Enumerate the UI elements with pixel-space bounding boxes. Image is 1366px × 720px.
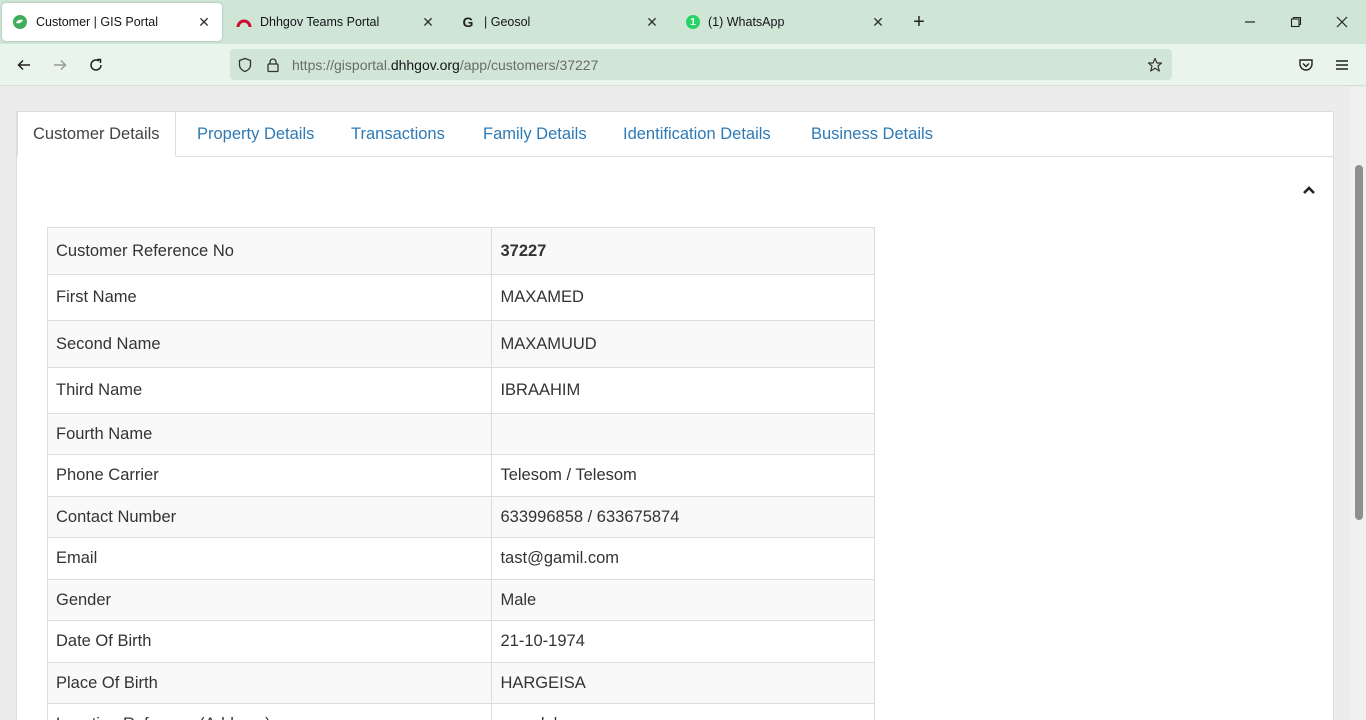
lock-icon[interactable] [264,56,282,74]
row-label: Place Of Birth [46,662,493,704]
row-label: Fourth Name [46,413,493,455]
table-row: Third Name IBRAAHIM [46,367,875,414]
details-tabs: Customer Details Property Details Transa… [17,111,1333,157]
shield-icon[interactable] [236,56,254,74]
bookmark-star-icon[interactable] [1146,56,1164,74]
row-value: 21-10-1974 [491,620,875,663]
browser-tab-teams[interactable]: Dhhgov Teams Portal ✕ [226,3,446,41]
row-label: Date Of Birth [46,620,493,663]
row-value: MAXAMUUD [491,320,875,368]
table-row: Email tast@gamil.com [46,537,875,580]
scrollbar-thumb[interactable] [1355,165,1363,520]
row-label: Second Name [46,320,493,368]
back-arrow-icon[interactable] [12,53,36,77]
tab-family-details[interactable]: Family Details [468,112,602,157]
close-tab-icon[interactable]: ✕ [192,14,216,31]
row-label: Third Name [46,367,493,414]
url-path: /app/customers/37227 [459,57,599,73]
reload-icon[interactable] [84,53,108,77]
tab-title: (1) WhatsApp [708,15,785,29]
tab-property-details[interactable]: Property Details [182,112,329,157]
row-value: masalaha [491,703,875,720]
new-tab-button[interactable]: + [908,12,930,34]
close-window-icon[interactable] [1330,10,1354,34]
row-value: tast@gamil.com [491,537,875,580]
row-label: Phone Carrier [46,454,493,497]
close-tab-icon[interactable]: ✕ [866,14,890,31]
table-row: Second Name MAXAMUUD [46,320,875,368]
browser-tab-whatsapp[interactable]: 1 (1) WhatsApp ✕ [676,3,896,41]
tab-title: Customer | GIS Portal [36,15,159,29]
geosol-favicon-icon: G [462,14,474,30]
table-row: Place Of Birth HARGEISA [46,662,875,704]
browser-nav-bar: https://gisportal.dhhgov.org/app/custome… [0,44,1366,86]
table-row: Gender Male [46,579,875,621]
address-bar[interactable]: https://gisportal.dhhgov.org/app/custome… [230,49,1172,80]
table-row: Customer Reference No 37227 [46,227,875,275]
row-label: Location Reference(Address) [46,703,493,720]
url-domain: dhhgov.org [390,57,460,73]
restore-window-icon[interactable] [1284,10,1308,34]
page-scrollbar[interactable] [1351,87,1366,720]
row-label: Gender [46,579,493,621]
forward-arrow-icon[interactable] [48,53,72,77]
hamburger-menu-icon[interactable] [1330,53,1354,77]
pocket-icon[interactable] [1294,53,1318,77]
row-value: MAXAMED [491,274,875,321]
page-viewport: Customer Details Property Details Transa… [0,87,1351,720]
tab-customer-details[interactable]: Customer Details [17,111,176,157]
row-label: Email [46,537,493,580]
table-row: First Name MAXAMED [46,274,875,321]
table-row: Date Of Birth 21-10-1974 [46,620,875,663]
row-value [491,413,875,455]
customer-card: Customer Details Property Details Transa… [16,111,1334,720]
table-row: Phone Carrier Telesom / Telesom [46,454,875,497]
table-row: Fourth Name [46,413,875,455]
table-row: Contact Number 633996858 / 633675874 [46,496,875,538]
whatsapp-favicon-icon: 1 [686,15,700,29]
tab-identification-details[interactable]: Identification Details [608,112,786,157]
browser-tab-geosol[interactable]: G | Geosol ✕ [450,3,670,41]
url-prefix: https://gisportal. [292,57,391,73]
table-row: Location Reference(Address) masalaha [46,703,875,720]
row-label: Customer Reference No [46,227,493,275]
row-label: First Name [46,274,493,321]
row-value: 37227 [491,227,875,275]
minimize-window-icon[interactable] [1238,10,1262,34]
row-value: HARGEISA [491,662,875,704]
teams-portal-favicon-icon [236,14,252,30]
close-tab-icon[interactable]: ✕ [416,14,440,31]
chevron-up-icon[interactable] [1301,182,1317,198]
tab-title: Dhhgov Teams Portal [260,15,380,29]
gis-portal-favicon-icon [12,14,28,30]
url-text: https://gisportal.dhhgov.org/app/custome… [292,57,598,73]
row-value: IBRAAHIM [491,367,875,414]
tab-transactions[interactable]: Transactions [336,112,460,157]
browser-tab-customer[interactable]: Customer | GIS Portal ✕ [2,3,222,41]
row-value: Male [491,579,875,621]
row-value: 633996858 / 633675874 [491,496,875,538]
tab-title: | Geosol [484,15,531,29]
row-value: Telesom / Telesom [491,454,875,497]
tab-business-details[interactable]: Business Details [796,112,948,157]
browser-tab-strip: Customer | GIS Portal ✕ Dhhgov Teams Por… [0,0,1366,44]
customer-details-table: Customer Reference No 37227 First Name M… [46,227,875,720]
row-label: Contact Number [46,496,493,538]
close-tab-icon[interactable]: ✕ [640,14,664,31]
